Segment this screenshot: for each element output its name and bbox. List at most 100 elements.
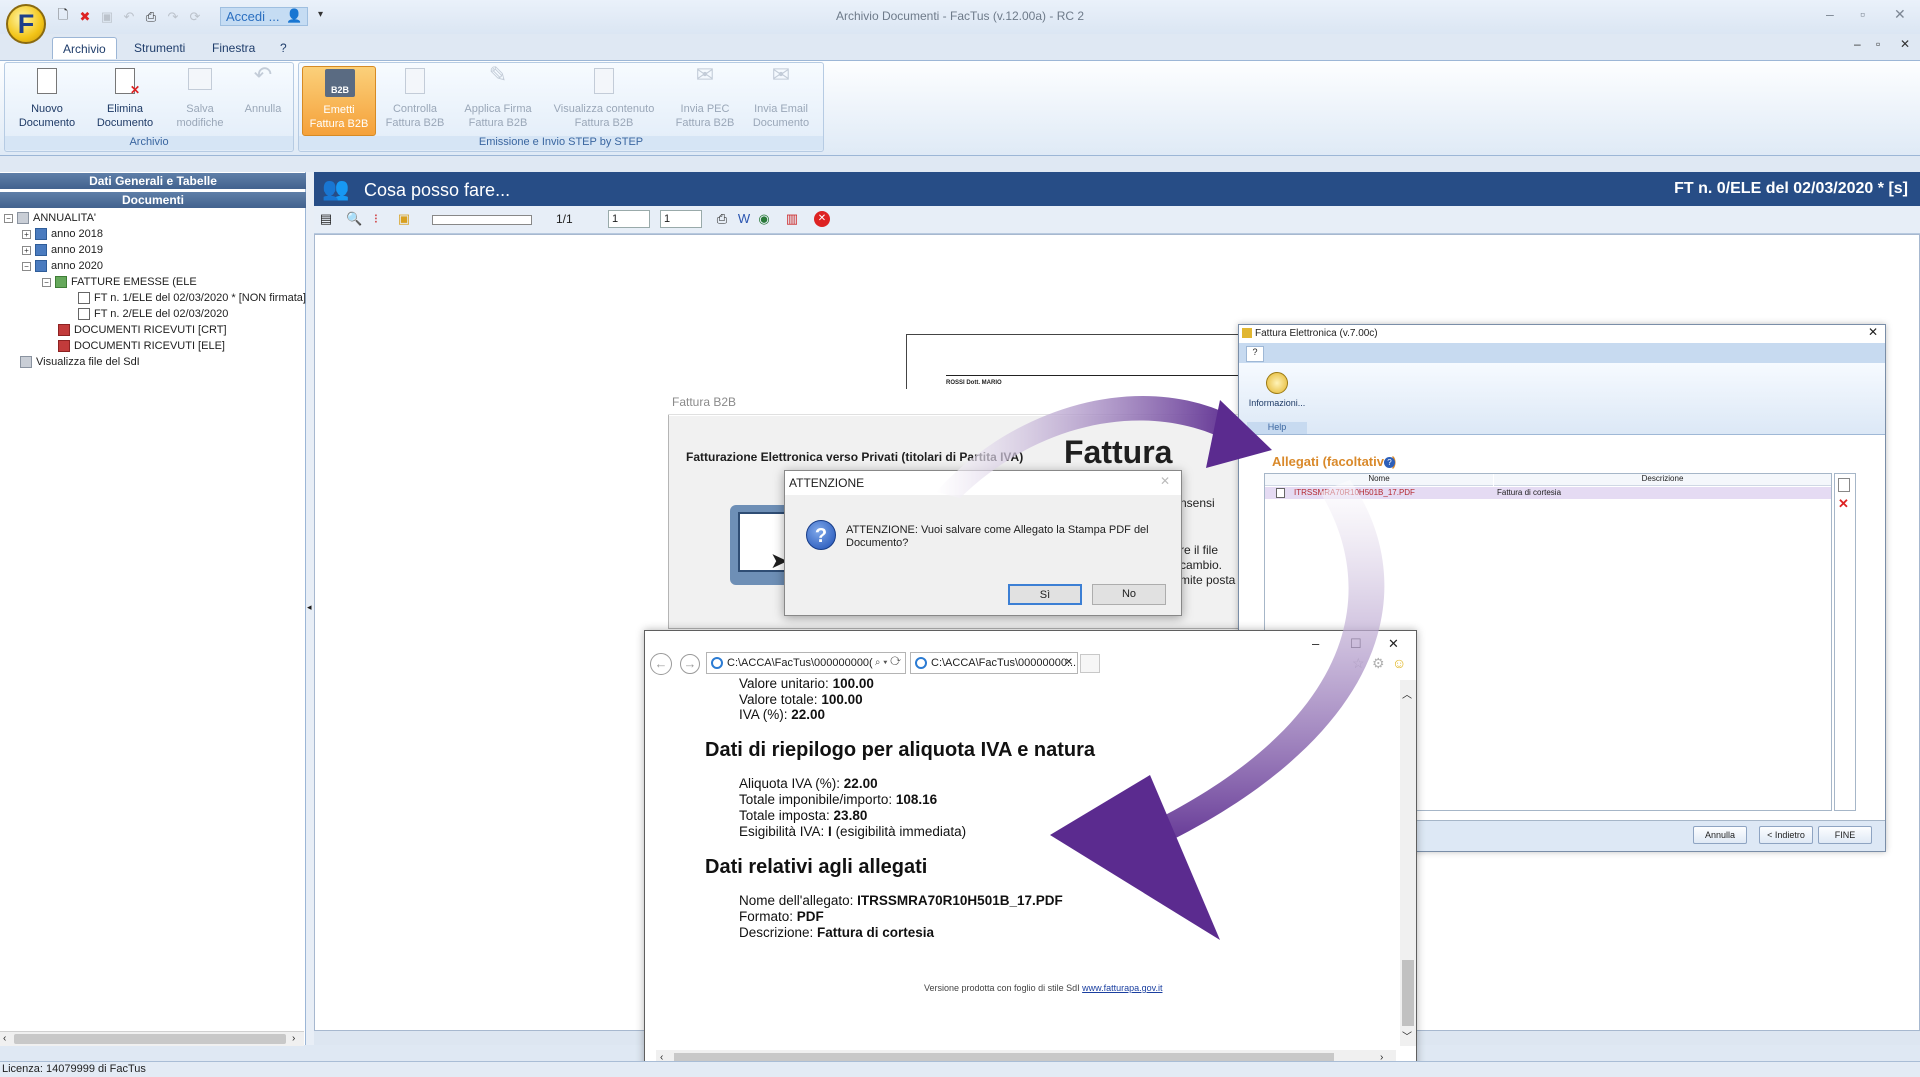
fe-tab-help[interactable]: ?: [1246, 346, 1264, 362]
invia-pec-button[interactable]: ✉ Invia PEC Fattura B2B: [668, 64, 742, 136]
fattura-b2b-title: Fattura B2B: [668, 389, 1242, 415]
status-bar: Licenza: 14079999 di FacTus: [0, 1061, 1920, 1077]
settings-gear-icon[interactable]: ⚙: [1372, 655, 1385, 672]
group-label-emissione: Emissione e Invio STEP by STEP: [299, 136, 823, 150]
splitter-arrow-icon[interactable]: ◂: [307, 602, 312, 613]
scroll-right-icon[interactable]: ›: [292, 1033, 295, 1044]
mdi-maximize-button[interactable]: ▫: [1876, 37, 1880, 51]
visualizza-contenuto-button[interactable]: Visualizza contenuto Fattura B2B: [548, 66, 660, 136]
elimina-documento-button[interactable]: ✕ Elimina Documento: [88, 66, 162, 136]
globe-icon[interactable]: ◉: [756, 211, 772, 227]
dialog-yes-button[interactable]: Sì: [1008, 584, 1082, 605]
minimize-button[interactable]: –: [1826, 6, 1834, 22]
tree-item-anno-2018[interactable]: + anno 2018: [22, 226, 103, 242]
browser-minimize-button[interactable]: –: [1312, 636, 1319, 651]
browser-close-button[interactable]: ✕: [1388, 636, 1399, 652]
fatturapa-link[interactable]: www.fatturapa.gov.it: [1082, 983, 1162, 993]
window-title: Archivio Documenti - FacTus (v.12.00a) -…: [835, 9, 1085, 23]
mdi-minimize-button[interactable]: –: [1854, 37, 1861, 51]
line-valore-totale: Valore totale: 100.00: [739, 692, 863, 707]
page-to-spinner[interactable]: 1: [660, 210, 702, 228]
fe-ribbon: [1239, 363, 1885, 435]
close-document-icon[interactable]: ✕: [814, 211, 830, 227]
back-icon[interactable]: ←: [650, 653, 672, 675]
expand-icon[interactable]: +: [22, 245, 31, 255]
tree-item-anno-2019[interactable]: + anno 2019: [22, 242, 103, 258]
mdi-close-button[interactable]: ✕: [1900, 37, 1910, 51]
tree-item-ft-1[interactable]: FT n. 1/ELE del 02/03/2020 * [NON firmat…: [78, 290, 306, 306]
fe-annulla-button[interactable]: Annulla: [1693, 826, 1747, 844]
address-bar[interactable]: C:\ACCA\FacTus\000000000( ⌕ ▾ ⟳: [706, 652, 906, 674]
open-folder-icon[interactable]: ▣: [396, 211, 412, 227]
divider: [946, 375, 1246, 376]
print-icon[interactable]: ⎙: [714, 211, 730, 227]
app-logo[interactable]: F: [6, 4, 46, 44]
save-icon: [188, 68, 212, 90]
close-button[interactable]: ✕: [1894, 6, 1906, 23]
panel-header-documenti[interactable]: Documenti: [0, 192, 306, 208]
new-tab-button[interactable]: [1080, 654, 1100, 673]
tree-item-anno-2020[interactable]: − anno 2020: [22, 258, 103, 274]
dialog-no-button[interactable]: No: [1092, 584, 1166, 605]
scrollbar-thumb[interactable]: [14, 1034, 286, 1044]
tree-item-fatture-emesse[interactable]: − FATTURE EMESSE (ELE: [42, 274, 197, 290]
pdf-icon[interactable]: ▥: [784, 211, 800, 227]
zoom-slider[interactable]: [432, 215, 532, 225]
emetti-fattura-b2b-button[interactable]: B2B Emetti Fattura B2B: [302, 66, 376, 136]
tree-item-ft-2[interactable]: FT n. 2/ELE del 02/03/2020: [78, 306, 228, 322]
tab-close-icon[interactable]: ✕: [1065, 653, 1073, 673]
favorites-star-icon[interactable]: ☆: [1352, 655, 1365, 672]
tab-finestra[interactable]: Finestra: [202, 37, 265, 59]
fe-fine-button[interactable]: FINE: [1818, 826, 1872, 844]
search-refresh-icon[interactable]: ⌕ ▾ ⟳: [875, 653, 901, 673]
panel-header-dati-generali[interactable]: Dati Generali e Tabelle: [0, 173, 306, 189]
button-label: Nuovo: [31, 103, 63, 115]
maximize-button[interactable]: ▫: [1860, 6, 1865, 22]
zoom-marker-icon[interactable]: ⁝: [368, 211, 384, 227]
email-envelope-icon: ✉: [771, 62, 791, 87]
tab-strumenti[interactable]: Strumenti: [124, 37, 195, 59]
browser-maximize-button[interactable]: ☐: [1350, 636, 1362, 652]
dialog-close-icon[interactable]: ✕: [1160, 474, 1170, 488]
button-label: Fattura B2B: [468, 117, 528, 129]
browser-tab[interactable]: C:\ACCA\FacTus\00000000... ✕: [910, 652, 1078, 674]
heading-allegati: Dati relativi agli allegati: [705, 856, 928, 878]
remove-attachment-icon[interactable]: ✕: [1838, 496, 1849, 512]
applica-firma-button[interactable]: ✎ Applica Firma Fattura B2B: [460, 64, 536, 136]
collapse-icon[interactable]: −: [4, 213, 13, 223]
view-icon[interactable]: ▤: [318, 211, 334, 227]
smiley-feedback-icon[interactable]: ☺: [1392, 655, 1406, 671]
scroll-down-icon[interactable]: ﹀: [1402, 1028, 1412, 1043]
column-header-nome[interactable]: Nome: [1265, 474, 1493, 486]
fe-close-button[interactable]: ✕: [1868, 325, 1878, 339]
browser-scroll-thumb[interactable]: [1402, 960, 1414, 1026]
fe-indietro-button[interactable]: < Indietro: [1759, 826, 1813, 844]
collapse-icon[interactable]: −: [42, 277, 51, 287]
scroll-left-icon[interactable]: ‹: [3, 1033, 6, 1044]
panel-splitter[interactable]: ◂: [306, 172, 314, 1045]
tree-item-annualita[interactable]: − ANNUALITA': [4, 210, 96, 226]
fe-informazioni-button[interactable]: Informazioni...: [1247, 370, 1307, 420]
invia-email-button[interactable]: ✉ Invia Email Documento: [744, 62, 818, 136]
zoom-icon[interactable]: 🔍: [346, 211, 362, 227]
tab-archivio[interactable]: Archivio: [52, 37, 117, 59]
forward-icon[interactable]: →: [680, 654, 700, 674]
annulla-button[interactable]: ↶ Annulla: [226, 64, 300, 136]
controlla-fattura-b2b-button[interactable]: Controlla Fattura B2B: [378, 66, 452, 136]
line-formato: Formato: PDF: [739, 909, 824, 924]
column-header-descrizione[interactable]: Descrizione: [1494, 474, 1831, 486]
expand-icon[interactable]: +: [22, 229, 31, 239]
page-from-spinner[interactable]: 1: [608, 210, 650, 228]
add-attachment-icon[interactable]: [1838, 478, 1850, 492]
tab-help[interactable]: ?: [270, 37, 297, 59]
scroll-up-icon[interactable]: ︿: [1402, 686, 1412, 701]
help-icon[interactable]: ?: [1384, 457, 1395, 468]
tree-label: anno 2018: [51, 228, 103, 240]
tree-item-documenti-ricevuti-ele[interactable]: DOCUMENTI RICEVUTI [ELE]: [58, 338, 225, 354]
nuovo-documento-button[interactable]: Nuovo Documento: [10, 66, 84, 136]
word-export-icon[interactable]: W: [736, 211, 752, 227]
page-indicator: 1/1: [556, 212, 573, 226]
tree-item-documenti-ricevuti-crt[interactable]: DOCUMENTI RICEVUTI [CRT]: [58, 322, 227, 338]
tree-item-visualizza-file-sdi[interactable]: Visualizza file del SdI: [20, 354, 140, 370]
collapse-icon[interactable]: −: [22, 261, 31, 271]
